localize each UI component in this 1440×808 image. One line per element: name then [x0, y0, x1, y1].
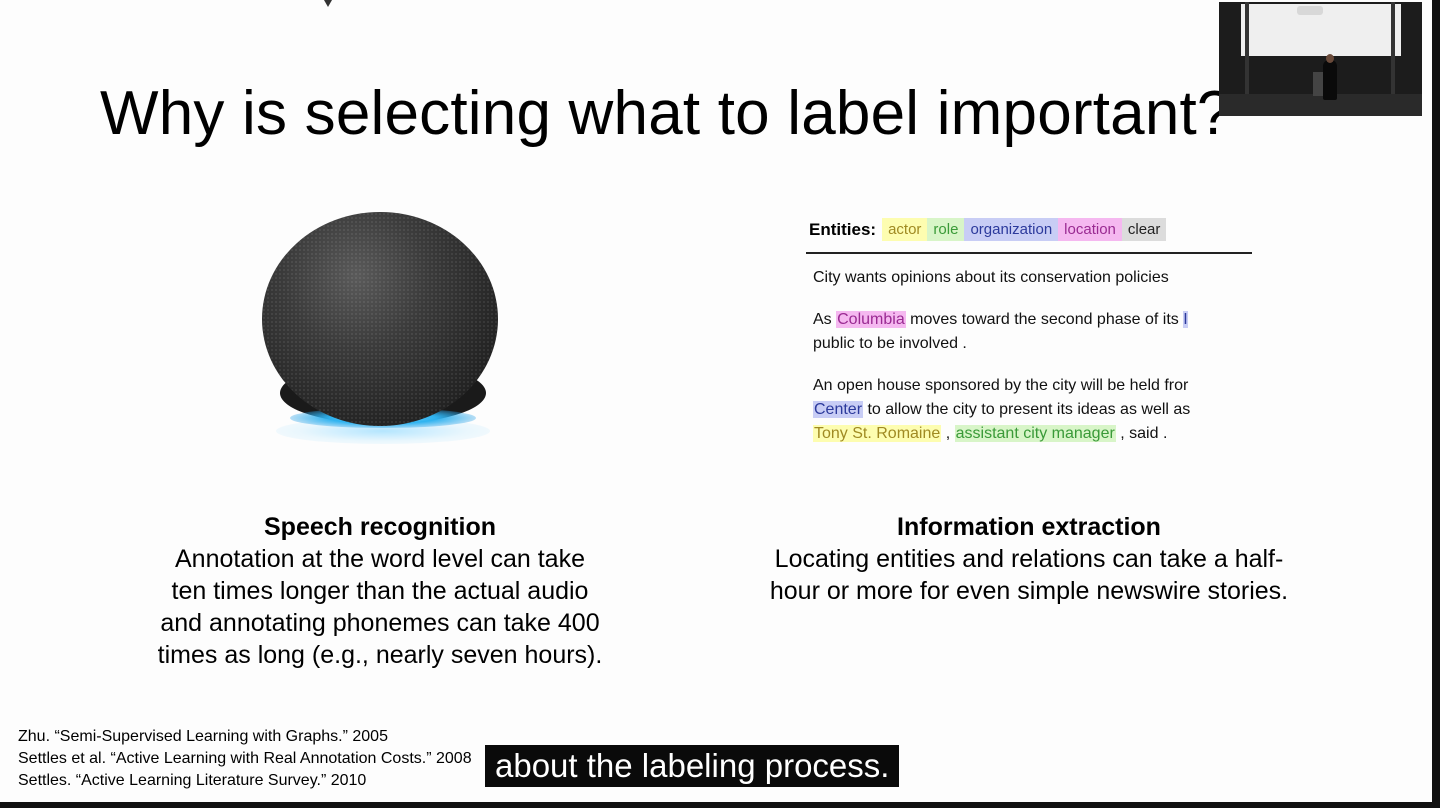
entity-toolbar-label: Entities: [809, 219, 877, 239]
entity-highlight-organization[interactable]: I [1183, 311, 1188, 328]
entity-text: , [941, 425, 955, 442]
entity-text: An open house sponsored by the city will… [813, 377, 1189, 394]
entity-text: to allow the city to present its ideas a… [863, 401, 1191, 418]
entity-text-line: Center to allow the city to present its … [813, 398, 1190, 422]
reference-item: Zhu. “Semi-Supervised Learning with Grap… [18, 728, 388, 745]
caption-body: Annotation at the word level can take te… [157, 545, 603, 669]
caption-body: Locating entities and relations can take… [769, 545, 1289, 605]
projector-screen-content [1297, 6, 1323, 15]
speech-recognition-caption: Speech recognition Annotation at the wor… [130, 511, 630, 671]
entity-text: As [813, 311, 837, 328]
entity-text-line: Tony St. Romaine , assistant city manage… [813, 422, 1167, 446]
lecture-desk [1219, 94, 1422, 116]
entity-highlight-actor[interactable]: Tony St. Romaine [813, 425, 942, 442]
window-edge-right [1432, 0, 1440, 808]
references: Zhu. “Semi-Supervised Learning with Grap… [18, 726, 472, 792]
slide-title: Why is selecting what to label important… [100, 79, 1232, 148]
reference-item: Settles. “Active Learning Literature Sur… [18, 772, 367, 789]
entity-tag-actor[interactable]: actor [882, 218, 928, 241]
caption-title: Speech recognition [264, 513, 496, 541]
speaker-fabric-texture [262, 212, 498, 426]
entity-tag-organization[interactable]: organization [964, 218, 1059, 241]
entity-highlight-organization[interactable]: Center [813, 401, 864, 418]
entity-text-line: public to be involved . [813, 332, 967, 356]
entity-tag-clear[interactable]: clear [1121, 218, 1167, 241]
information-extraction-caption: Information extraction Locating entities… [729, 511, 1329, 607]
caption-title: Information extraction [897, 513, 1161, 541]
entity-highlight-role[interactable]: assistant city manager [954, 425, 1116, 442]
entity-text: City wants opinions about its conservati… [813, 269, 1169, 286]
entity-text: public to be involved . [813, 335, 967, 352]
entity-divider [806, 252, 1252, 254]
reference-item: Settles et al. “Active Learning with Rea… [18, 750, 472, 767]
presenter-webcam [1219, 2, 1422, 116]
entity-text-line: City wants opinions about its conservati… [813, 266, 1169, 290]
entity-tag-location[interactable]: location [1058, 218, 1122, 241]
video-subtitle: about the labeling process. [485, 745, 900, 787]
presenter-head [1326, 54, 1334, 63]
mouse-cursor-icon [324, 0, 332, 7]
entity-text: , said . [1115, 425, 1168, 442]
presenter-figure [1323, 60, 1337, 100]
smart-speaker-image [262, 212, 498, 452]
entity-text: moves toward the second phase of its [905, 311, 1184, 328]
entity-tag-role[interactable]: role [927, 218, 965, 241]
entity-toolbar: Entities: actor role organization location cl… [806, 218, 1167, 246]
entity-highlight-location[interactable]: Columbia [836, 311, 906, 328]
window-edge-bottom [0, 802, 1440, 808]
entity-text-line: An open house sponsored by the city will… [813, 374, 1188, 398]
slide-stage: Why is selecting what to label important… [0, 0, 1440, 808]
lectern [1313, 72, 1323, 96]
entity-annotation-panel: Entities: actor role organization location cl… [806, 214, 1254, 454]
entity-text-line: As Columbia moves toward the second phas… [813, 308, 1188, 332]
